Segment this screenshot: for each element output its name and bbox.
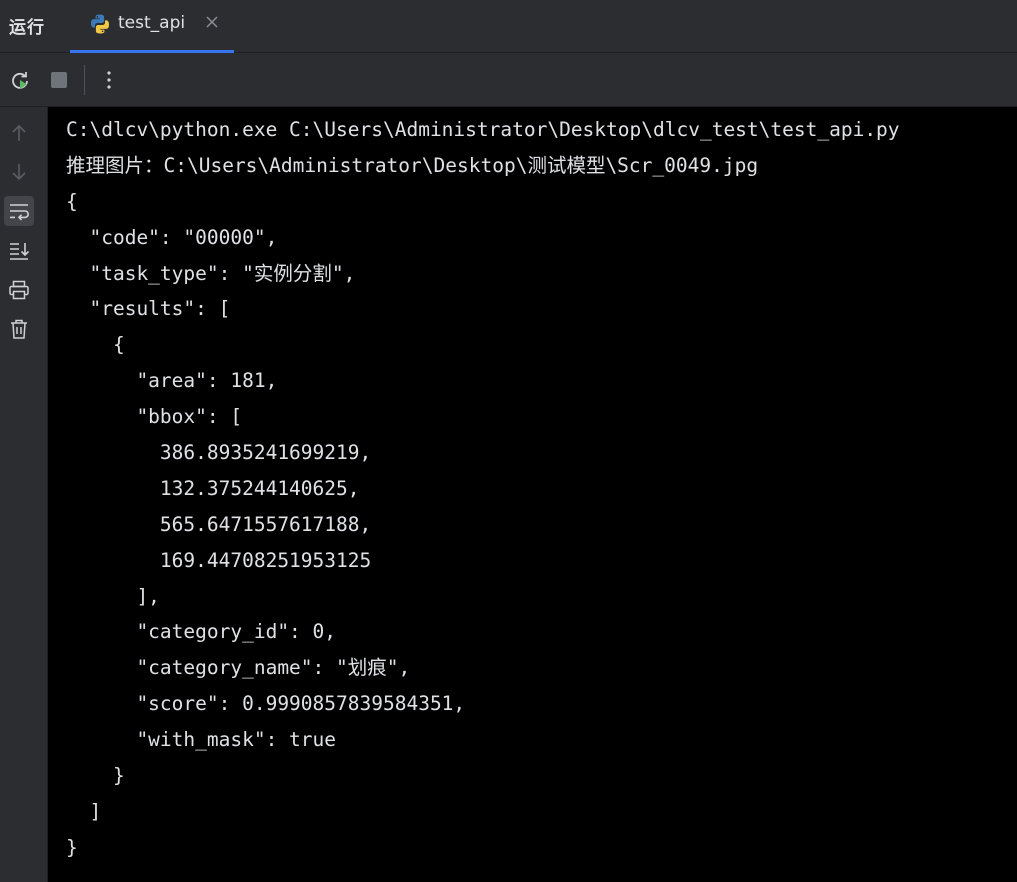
previous-occurrence-button[interactable]: [4, 118, 34, 148]
scroll-to-end-icon: [10, 243, 30, 260]
console-lines: C:\dlcv\python.exe C:\Users\Administrato…: [66, 112, 900, 866]
rerun-button[interactable]: [7, 67, 33, 93]
print-button[interactable]: [4, 275, 34, 305]
soft-wrap-icon: [10, 204, 29, 221]
console-line: 推理图片：C:\Users\Administrator\Desktop\测试模型…: [66, 153, 759, 177]
run-tab-bar: 运行 test_api: [0, 0, 1017, 53]
run-panel-title: 运行: [9, 18, 45, 38]
console-line: {: [66, 333, 125, 357]
print-icon: [9, 280, 29, 300]
more-options-icon: [107, 71, 111, 89]
console-line: "category_name": "划痕",: [66, 656, 411, 680]
console-line: "category_id": 0,: [66, 620, 337, 644]
console-line: "task_type": "实例分割",: [66, 261, 356, 285]
clear-all-button[interactable]: [4, 314, 34, 344]
console-line: "bbox": [: [66, 405, 243, 429]
close-icon[interactable]: [203, 15, 221, 33]
down-arrow-icon: [12, 164, 26, 181]
rerun-icon: [12, 72, 28, 89]
console-line: ],: [66, 584, 160, 608]
console-line: 565.6471557617188,: [66, 512, 372, 536]
tab-label: test_api: [118, 13, 186, 33]
toolbar-separator: [84, 65, 85, 95]
console-line: {: [66, 189, 78, 213]
more-options-button[interactable]: [96, 67, 122, 93]
console-line: "code": "00000",: [66, 225, 278, 249]
run-toolbar: [0, 53, 1017, 107]
python-icon: [91, 14, 109, 34]
console-line: }: [66, 835, 78, 859]
console-line: "area": 181,: [66, 369, 278, 393]
console-side-toolbar: [0, 107, 48, 882]
next-occurrence-button[interactable]: [4, 157, 34, 187]
console-line: 169.44708251953125: [66, 548, 372, 572]
trash-icon: [11, 319, 27, 339]
stop-icon: [51, 72, 67, 88]
up-arrow-icon: [12, 124, 26, 141]
run-tool-window: 运行 test_api C:\dlcv\python.exe C:\Users\…: [0, 0, 1017, 882]
console-line: "results": [: [66, 297, 231, 321]
console-line: ]: [66, 799, 102, 823]
console-line: 386.8935241699219,: [66, 441, 372, 465]
tab-test-api[interactable]: test_api: [70, 0, 234, 53]
console-line: 132.375244140625,: [66, 476, 360, 500]
console-output[interactable]: C:\dlcv\python.exe C:\Users\Administrato…: [48, 107, 1017, 882]
console-line: "with_mask": true: [66, 728, 337, 752]
console-line: C:\dlcv\python.exe C:\Users\Administrato…: [66, 118, 900, 141]
console-line: }: [66, 764, 125, 788]
scroll-to-end-button[interactable]: [4, 236, 34, 266]
console-line: "score": 0.9990857839584351,: [66, 692, 466, 716]
stop-button[interactable]: [46, 67, 72, 93]
soft-wrap-button[interactable]: [4, 196, 34, 226]
